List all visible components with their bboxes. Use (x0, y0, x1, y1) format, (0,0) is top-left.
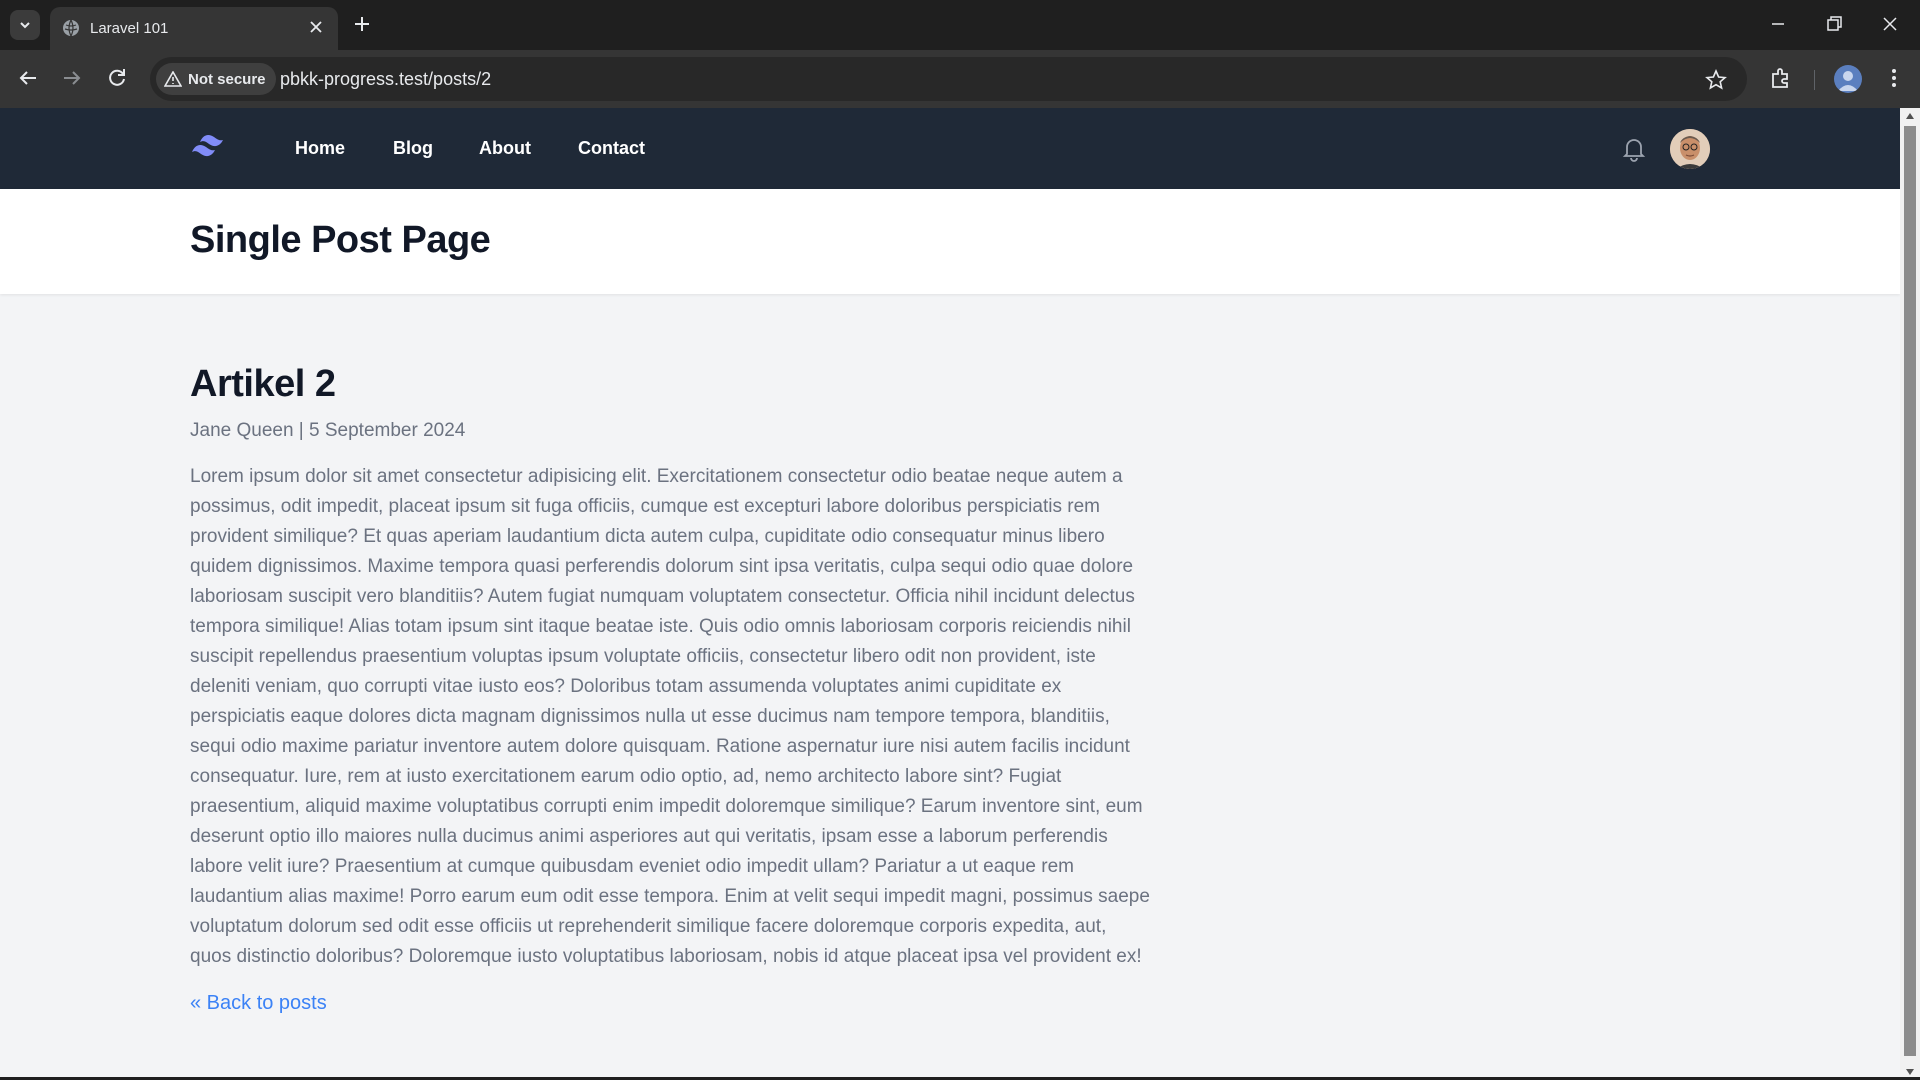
tab-title: Laravel 101 (90, 20, 169, 37)
close-icon[interactable] (308, 19, 324, 35)
tab-search-button[interactable] (10, 10, 40, 40)
browser-toolbar: Not secure pbkk-progress.test/posts/2 (0, 50, 1920, 108)
nav-link-blog[interactable]: Blog (393, 138, 433, 159)
warning-icon (164, 71, 182, 87)
user-avatar[interactable] (1670, 129, 1710, 169)
browser-tab-bar: Laravel 101 (0, 0, 1920, 50)
nav-link-about[interactable]: About (479, 138, 531, 159)
reload-icon[interactable] (105, 66, 129, 90)
scrollbar-thumb[interactable] (1904, 126, 1916, 1056)
chevron-down-icon (20, 22, 30, 29)
post-article: Artikel 2 Jane Queen | 5 September 2024 … (190, 363, 1150, 1015)
post-body: Lorem ipsum dolor sit amet consectetur a… (190, 465, 1150, 967)
bookmark-star-icon[interactable] (1705, 69, 1727, 91)
security-chip[interactable]: Not secure (156, 63, 276, 95)
browser-profile-avatar[interactable] (1834, 65, 1862, 93)
user-photo-icon (1670, 129, 1710, 169)
plus-icon[interactable] (352, 14, 372, 34)
kebab-menu-icon[interactable] (1882, 66, 1906, 90)
forward-arrow-icon[interactable] (60, 66, 84, 90)
page-header: Single Post Page (0, 189, 1900, 294)
scroll-up-arrow-icon[interactable] (1905, 112, 1915, 120)
bell-icon[interactable] (1620, 135, 1648, 163)
address-bar[interactable]: Not secure pbkk-progress.test/posts/2 (150, 57, 1747, 101)
profile-icon (1838, 71, 1858, 91)
restore-icon[interactable] (1824, 14, 1844, 34)
nav-link-contact[interactable]: Contact (578, 138, 645, 159)
page-title: Single Post Page (190, 219, 491, 261)
page-viewport: Home Blog About Contact Single Post Page… (0, 108, 1900, 1080)
page-scrollbar[interactable] (1900, 108, 1920, 1080)
post-meta: Jane Queen | 5 September 2024 (190, 419, 466, 441)
minimize-icon[interactable] (1768, 14, 1788, 34)
url-text[interactable]: pbkk-progress.test/posts/2 (280, 69, 491, 90)
close-window-icon[interactable] (1880, 14, 1900, 34)
nav-link-home[interactable]: Home (295, 138, 345, 159)
security-label: Not secure (188, 70, 266, 88)
toolbar-divider (1814, 70, 1815, 90)
back-arrow-icon[interactable] (16, 66, 40, 90)
tailwind-logo-icon[interactable] (190, 132, 230, 160)
scroll-down-arrow-icon[interactable] (1905, 1068, 1915, 1076)
extensions-puzzle-icon[interactable] (1769, 66, 1793, 90)
back-to-posts-link[interactable]: « Back to posts (190, 992, 327, 1015)
browser-tab[interactable]: Laravel 101 (50, 7, 338, 50)
site-navbar: Home Blog About Contact (0, 108, 1900, 189)
globe-icon (63, 19, 79, 37)
post-title: Artikel 2 (190, 363, 336, 405)
